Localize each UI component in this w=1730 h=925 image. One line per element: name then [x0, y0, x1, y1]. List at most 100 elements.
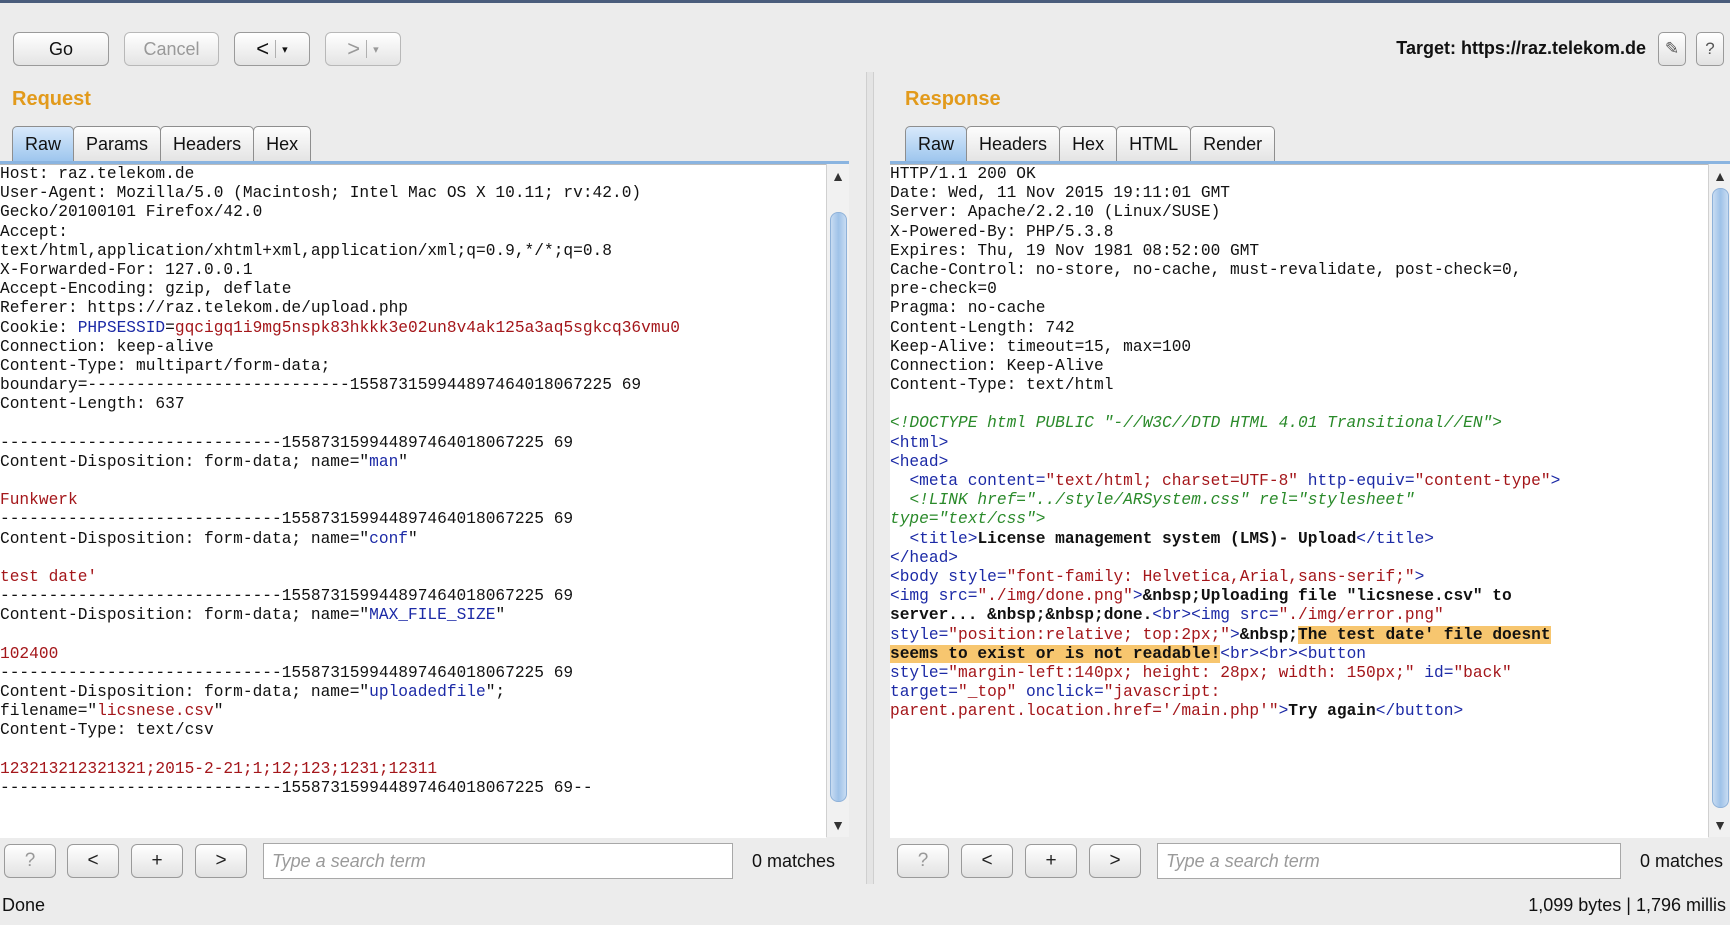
response-tab-render[interactable]: Render	[1190, 126, 1276, 161]
response-search-input[interactable]	[1157, 843, 1621, 879]
response-line: <body style="font-family: Helvetica,Aria…	[890, 568, 1708, 587]
request-scroll-thumb[interactable]	[830, 212, 847, 802]
request-token: 123213212321321;2015-2-21;1;12;123;1231;…	[0, 759, 438, 778]
response-line: parent.parent.location.href='/main.php'"…	[890, 702, 1708, 721]
request-token: Accept-Encoding: gzip, deflate	[0, 280, 292, 299]
request-search-input[interactable]	[263, 843, 733, 879]
request-token: -----------------------------15587315994…	[0, 663, 574, 682]
request-editor[interactable]: Host: raz.telekom.de User-Agent: Mozilla/…	[0, 164, 826, 838]
response-token: pre-check=0	[890, 280, 997, 299]
request-token: Content-Type: multipart/form-data;	[0, 356, 331, 375]
pencil-icon: ✎	[1664, 39, 1680, 58]
prev-icon: <	[981, 850, 993, 871]
target-label: Target: https://raz.telekom.de	[1396, 38, 1646, 58]
request-token: man	[369, 452, 399, 471]
response-token: >	[1132, 587, 1143, 606]
response-token: </title>	[1356, 529, 1435, 548]
response-match-count: 0 matches	[1640, 851, 1724, 871]
response-tab-raw[interactable]: Raw	[905, 126, 968, 161]
request-search-add-button[interactable]: +	[131, 844, 183, 878]
request-line: -----------------------------15587315994…	[0, 434, 826, 453]
response-line: <!DOCTYPE html PUBLIC "-//W3C//DTD HTML …	[890, 414, 1708, 433]
request-line: -----------------------------15587315994…	[0, 510, 826, 529]
response-token: Content-Type: text/html	[890, 376, 1114, 395]
plus-icon: +	[151, 850, 163, 871]
request-tab-raw[interactable]: Raw	[12, 126, 75, 161]
response-token: "text/html; charset=UTF-8"	[1045, 472, 1299, 490]
request-search-help-button[interactable]: ?	[4, 844, 56, 878]
response-scrollbar[interactable]: ▲ ▼	[1708, 164, 1730, 837]
response-line: server... &nbsp;&nbsp;done.<br><img src=…	[890, 606, 1708, 625]
back-history-button[interactable]: < ▾	[234, 32, 310, 66]
response-scroll-thumb[interactable]	[1712, 188, 1729, 808]
scroll-down-icon[interactable]: ▼	[827, 815, 849, 835]
request-token: PHPSESSID	[77, 318, 166, 337]
request-line: Content-Type: text/csv	[0, 721, 826, 740]
request-search-prev-button[interactable]: <	[67, 844, 119, 878]
response-search-add-button[interactable]: +	[1025, 844, 1077, 878]
response-tab-hex[interactable]: Hex	[1059, 126, 1118, 161]
response-editor[interactable]: HTTP/1.1 200 OK Date: Wed, 11 Nov 2015 19…	[890, 164, 1708, 838]
request-token: Gecko/20100101 Firefox/42.0	[0, 203, 263, 222]
response-tab-html[interactable]: HTML	[1116, 126, 1192, 161]
request-tab-params[interactable]: Params	[73, 126, 162, 161]
response-search-help-button[interactable]: ?	[897, 844, 949, 878]
response-token	[890, 491, 909, 509]
response-token: <head>	[890, 452, 949, 471]
response-line: </head>	[890, 549, 1708, 568]
request-tab-hex[interactable]: Hex	[253, 126, 312, 161]
request-line: Host: raz.telekom.de	[0, 165, 826, 184]
response-line: <img src="./img/done.png">&nbsp;Uploadin…	[890, 587, 1708, 606]
help-button[interactable]: ?	[1696, 32, 1724, 66]
request-token: Cookie:	[0, 318, 78, 337]
edit-target-button[interactable]: ✎	[1658, 32, 1686, 66]
chevron-down-icon[interactable]: ▾	[373, 43, 379, 56]
scroll-up-icon[interactable]: ▲	[827, 166, 849, 186]
forward-history-button[interactable]: > ▾	[325, 32, 401, 66]
response-token: seems to exist or is not readable!	[890, 644, 1221, 663]
cancel-label: Cancel	[143, 38, 200, 59]
scroll-up-icon[interactable]: ▲	[1709, 166, 1730, 186]
request-scrollbar[interactable]: ▲ ▼	[826, 164, 849, 837]
response-token: >	[1278, 702, 1289, 721]
response-line: Content-Length: 742	[890, 319, 1708, 338]
go-label: Go	[48, 38, 73, 59]
request-tab-headers[interactable]: Headers	[160, 126, 255, 161]
response-search-prev-button[interactable]: <	[961, 844, 1013, 878]
response-line: Content-Type: text/html	[890, 376, 1708, 395]
request-token: -----------------------------15587315994…	[0, 510, 574, 529]
cancel-button[interactable]: Cancel	[124, 32, 219, 66]
request-search-next-button[interactable]: >	[195, 844, 247, 878]
response-token: Pragma: no-cache	[890, 299, 1046, 318]
pane-splitter[interactable]	[866, 72, 874, 884]
request-line: X-Forwarded-For: 127.0.0.1	[0, 261, 826, 280]
response-line: <head>	[890, 453, 1708, 472]
response-tab-headers[interactable]: Headers	[966, 126, 1061, 161]
response-search-next-button[interactable]: >	[1089, 844, 1141, 878]
scroll-down-icon[interactable]: ▼	[1709, 815, 1730, 835]
response-token: target=	[890, 683, 958, 702]
request-token: Content-Type: text/csv	[0, 721, 214, 740]
request-line: Funkwerk	[0, 491, 826, 510]
request-token: "	[408, 529, 418, 548]
response-token: &nbsp;	[1239, 625, 1299, 644]
response-line: <title>License management system (LMS)- …	[890, 530, 1708, 549]
chevron-down-icon[interactable]: ▾	[282, 43, 288, 56]
response-line: <html>	[890, 434, 1708, 453]
response-title: Response	[905, 88, 1001, 110]
request-token: =	[165, 318, 175, 337]
response-line: Server: Apache/2.2.10 (Linux/SUSE)	[890, 203, 1708, 222]
response-line: Keep-Alive: timeout=15, max=100	[890, 338, 1708, 357]
request-line: 123213212321321;2015-2-21;1;12;123;1231;…	[0, 760, 826, 779]
button-separator	[366, 40, 368, 58]
response-token: "position:relative; top:2px;"	[948, 625, 1231, 644]
request-line	[0, 741, 826, 760]
response-token: >	[1414, 567, 1425, 586]
response-token: "content-type"	[1414, 472, 1551, 490]
request-line: Cookie: PHPSESSID=gqcigq1i9mg5nspk83hkkk…	[0, 319, 826, 338]
response-token: Server: Apache/2.2.10 (Linux/SUSE)	[890, 203, 1221, 222]
go-button[interactable]: Go	[13, 32, 109, 66]
request-line: Gecko/20100101 Firefox/42.0	[0, 203, 826, 222]
response-token: X-Powered-By: PHP/5.3.8	[890, 222, 1114, 241]
response-token: src=	[938, 587, 978, 606]
